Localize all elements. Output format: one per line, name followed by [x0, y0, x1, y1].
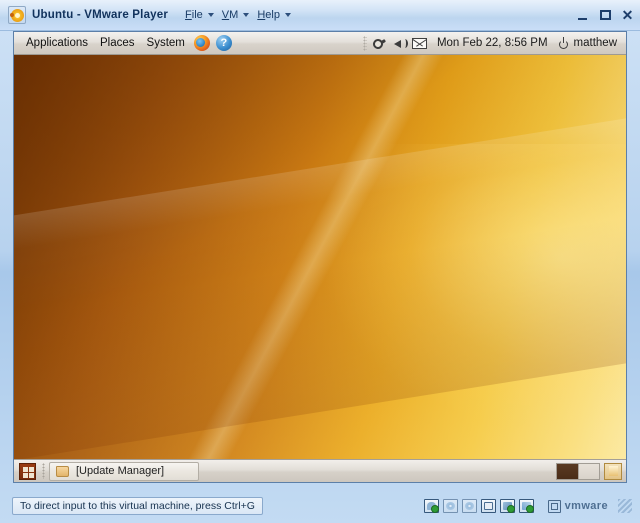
resize-grip-icon[interactable]: [618, 499, 632, 513]
menu-vm[interactable]: VM: [219, 7, 253, 23]
help-question-glyph: ?: [215, 35, 232, 51]
menu-help-accel: H: [257, 9, 266, 21]
username-label[interactable]: matthew: [574, 37, 620, 49]
clock[interactable]: Mon Feb 22, 8:56 PM: [432, 37, 553, 49]
show-desktop-icon[interactable]: [19, 462, 36, 480]
firefox-icon[interactable]: [192, 33, 212, 53]
window-controls: ✕: [577, 0, 634, 30]
usb-device-icon[interactable]: [518, 499, 534, 513]
menu-help[interactable]: Help: [254, 7, 294, 23]
vmware-brand-logo: vmware: [547, 499, 608, 513]
statusbar-device-tray: vmware: [423, 499, 640, 513]
vmware-statusbar: To direct input to this virtual machine,…: [0, 489, 640, 523]
vmware-player-window: Ubuntu - VMware Player File VM Help ✕ Ap…: [0, 0, 640, 523]
chevron-down-icon: [243, 13, 250, 17]
chevron-down-icon: [207, 13, 214, 17]
gnome-bottom-panel: [Update Manager]: [14, 459, 626, 482]
help-icon[interactable]: ?: [214, 33, 234, 53]
cdrom-icon[interactable]: [442, 499, 458, 513]
panel-separator: [42, 463, 45, 479]
menu-help-rest: elp: [265, 9, 280, 21]
network-adapter-icon[interactable]: [499, 499, 515, 513]
mail-envelope-icon[interactable]: [411, 35, 429, 52]
top-panel-right-group: Mon Feb 22, 8:56 PM matthew: [362, 32, 626, 55]
workspace-switcher[interactable]: [556, 462, 600, 480]
hard-disk-icon[interactable]: [423, 499, 439, 513]
vmware-brand-text: vmware: [564, 500, 608, 512]
panel-drag-handle[interactable]: [362, 35, 367, 51]
network-plug-icon[interactable]: [372, 35, 389, 52]
workspace-2[interactable]: [578, 463, 599, 479]
taskbar-item-update-manager[interactable]: [Update Manager]: [49, 461, 199, 481]
wallpaper-glow: [326, 143, 626, 427]
menu-applications[interactable]: Applications: [20, 35, 94, 51]
taskbar-item-label: [Update Manager]: [76, 465, 165, 477]
menubar: File VM Help: [182, 7, 296, 23]
window-title: Ubuntu - VMware Player: [32, 9, 169, 21]
menu-file[interactable]: File: [182, 7, 217, 23]
menu-system[interactable]: System: [141, 35, 191, 51]
status-message: To direct input to this virtual machine,…: [12, 497, 263, 515]
power-icon[interactable]: [558, 37, 570, 49]
ubuntu-logo-icon: [8, 6, 26, 24]
gnome-top-panel: Applications Places System ? Mon Feb 22,…: [14, 32, 626, 55]
trash-icon[interactable]: [604, 462, 622, 480]
menu-file-accel: F: [185, 9, 192, 21]
volume-speaker-icon[interactable]: [392, 35, 409, 52]
floppy-icon[interactable]: [480, 499, 496, 513]
desktop-wallpaper[interactable]: [14, 55, 626, 459]
vmware-mark-icon: [547, 499, 561, 513]
window-titlebar: Ubuntu - VMware Player File VM Help ✕: [0, 0, 640, 31]
minimize-button[interactable]: [577, 9, 590, 22]
workspace-1[interactable]: [557, 463, 578, 479]
guest-screen-frame: Applications Places System ? Mon Feb 22,…: [13, 31, 627, 483]
bottom-panel-right-group: [556, 462, 622, 480]
chevron-down-icon: [284, 13, 291, 17]
ubuntu-guest-screen[interactable]: Applications Places System ? Mon Feb 22,…: [14, 32, 626, 482]
top-panel-left-group: Applications Places System ?: [14, 32, 235, 55]
menu-file-rest: ile: [191, 9, 203, 21]
menu-vm-rest: M: [229, 9, 239, 21]
menu-vm-accel: V: [221, 9, 230, 21]
cdrom2-icon[interactable]: [461, 499, 477, 513]
maximize-button[interactable]: [599, 9, 612, 22]
menu-places[interactable]: Places: [94, 35, 141, 51]
window-icon: [56, 465, 69, 477]
titlebar-left-group: Ubuntu - VMware Player File VM Help: [0, 6, 296, 24]
close-button[interactable]: ✕: [621, 8, 634, 22]
